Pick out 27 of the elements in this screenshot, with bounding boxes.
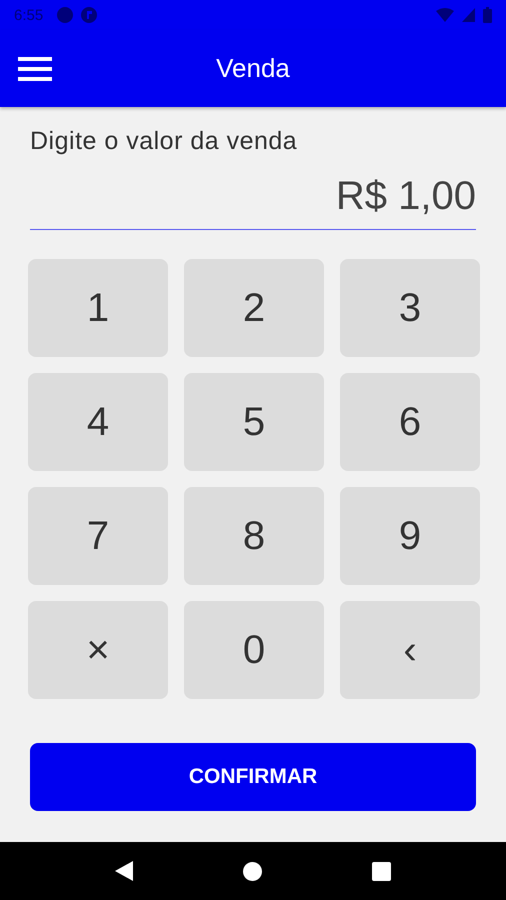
battery-icon — [483, 7, 492, 23]
keypad-key[interactable]: 3 — [340, 259, 480, 357]
keypad-key[interactable]: 4 — [28, 373, 168, 471]
keypad-key[interactable]: 6 — [340, 373, 480, 471]
home-icon[interactable] — [243, 862, 262, 880]
signal-icon — [462, 8, 475, 22]
confirm-button[interactable]: CONFIRMAR — [30, 743, 476, 811]
amount-label: Digite o valor da venda — [30, 127, 298, 156]
keypad-key[interactable]: 5 — [184, 373, 324, 471]
keypad-key[interactable]: 2 — [184, 259, 324, 357]
keypad-key[interactable]: 9 — [340, 487, 480, 585]
screen-title: Venda — [216, 53, 290, 83]
dot-icon — [57, 7, 74, 23]
keypad-key[interactable]: × — [28, 601, 168, 699]
status-time: 6:55 — [14, 6, 44, 24]
keypad-key[interactable]: 8 — [184, 487, 324, 585]
amount-field[interactable]: R$ 1,00 — [30, 174, 476, 230]
recents-icon[interactable] — [372, 862, 391, 880]
menu-button[interactable] — [18, 56, 52, 80]
back-icon[interactable] — [115, 861, 133, 881]
keypad-key[interactable]: ‹ — [340, 601, 480, 699]
menu-icon — [18, 56, 52, 80]
app-notification-icon — [81, 7, 98, 23]
keypad-key[interactable]: 7 — [28, 487, 168, 585]
wifi-icon — [436, 8, 454, 22]
keypad-key[interactable]: 0 — [184, 601, 324, 699]
keypad-key[interactable]: 1 — [28, 259, 168, 357]
